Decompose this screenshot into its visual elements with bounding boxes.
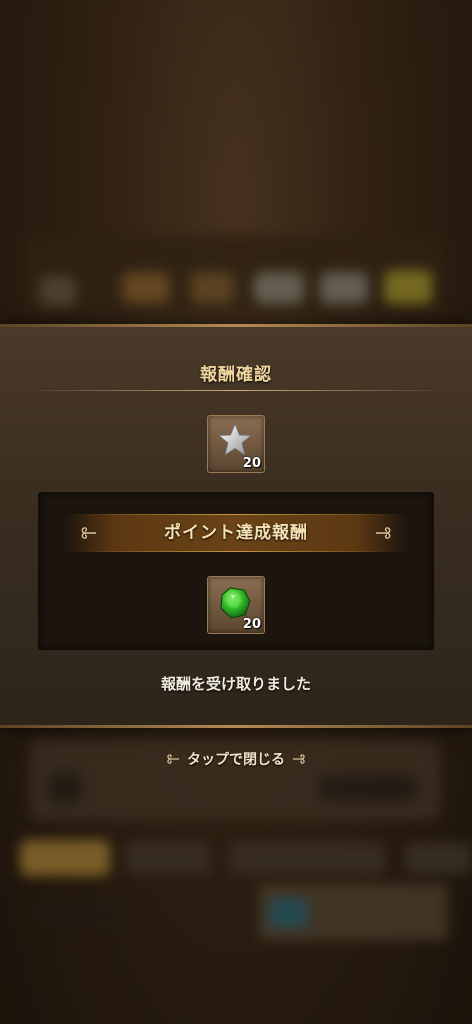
section-reward-slot[interactable]: 20 bbox=[207, 576, 265, 634]
section-ribbon: ポイント達成報酬 bbox=[64, 514, 408, 552]
left-close-ornament-icon bbox=[167, 754, 179, 764]
tap-to-close-button[interactable]: タップで閉じる bbox=[140, 748, 332, 770]
right-ornament-icon bbox=[376, 527, 391, 539]
reward-confirmation-dialog: 報酬確認 20 ポイント達成報酬 20 報酬を受け取りました bbox=[0, 324, 472, 728]
top-reward-count: 20 bbox=[242, 456, 261, 471]
received-message: 報酬を受け取りました bbox=[160, 675, 311, 693]
title-divider bbox=[40, 390, 432, 391]
section-label: ポイント達成報酬 bbox=[164, 523, 308, 543]
tap-to-close-label: タップで閉じる bbox=[187, 752, 285, 768]
dialog-title: 報酬確認 bbox=[200, 365, 272, 385]
point-achievement-reward-panel: ポイント達成報酬 20 bbox=[38, 492, 434, 650]
green-gem-icon bbox=[220, 587, 251, 619]
top-reward-slot[interactable]: 20 bbox=[207, 415, 265, 473]
silver-star-icon bbox=[217, 422, 253, 456]
section-reward-count: 20 bbox=[242, 617, 261, 632]
right-close-ornament-icon bbox=[293, 754, 305, 764]
